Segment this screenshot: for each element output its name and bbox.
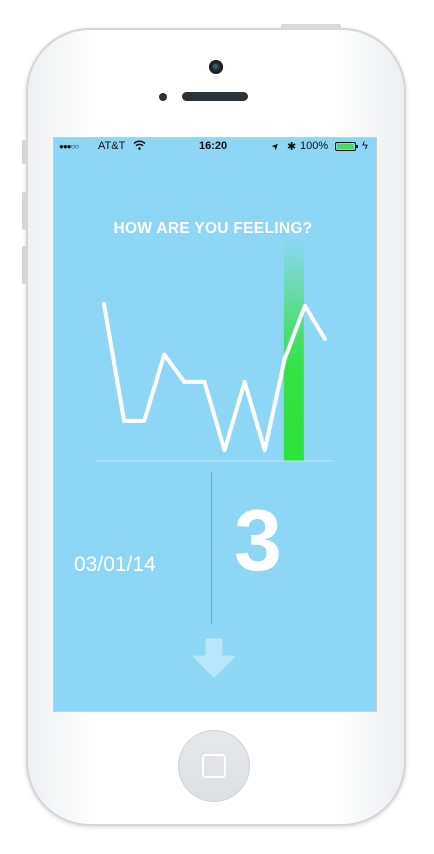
mood-point[interactable] bbox=[219, 444, 231, 456]
home-button[interactable] bbox=[178, 730, 250, 802]
mood-point[interactable] bbox=[118, 415, 130, 427]
mood-point[interactable] bbox=[98, 298, 110, 310]
mood-point[interactable] bbox=[158, 349, 170, 361]
app-screen: ●●●○○ AT&T 16:20 ➤ ✱ 100% ϟ HOW ARE YOU … bbox=[54, 138, 376, 711]
mood-point[interactable] bbox=[198, 376, 210, 388]
mood-point[interactable] bbox=[319, 333, 331, 345]
entry-date: 03/01/14 bbox=[74, 553, 156, 576]
earpiece-speaker bbox=[182, 92, 248, 101]
arrow-down-icon[interactable] bbox=[191, 638, 237, 680]
mood-point[interactable] bbox=[259, 444, 271, 456]
mood-point[interactable] bbox=[178, 376, 190, 388]
front-camera bbox=[209, 60, 223, 74]
home-square-icon bbox=[202, 754, 226, 778]
mood-point[interactable] bbox=[138, 415, 150, 427]
mood-point[interactable] bbox=[299, 300, 311, 312]
vertical-divider bbox=[211, 472, 212, 624]
proximity-sensor bbox=[159, 93, 167, 101]
mood-chart[interactable] bbox=[54, 138, 376, 468]
mood-point[interactable] bbox=[279, 353, 291, 365]
mood-point[interactable] bbox=[239, 376, 251, 388]
mood-score: 3 bbox=[234, 493, 282, 589]
